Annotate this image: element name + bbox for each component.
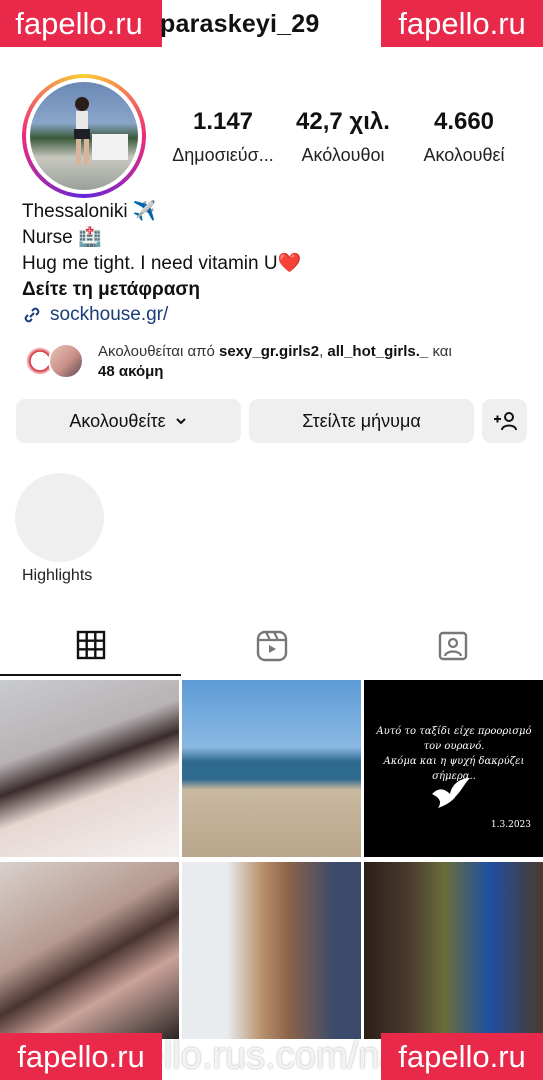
reels-icon (256, 630, 287, 662)
bio-website-link[interactable]: sockhouse.gr/ (22, 304, 168, 326)
bio-location: Thessaloniki ✈️ (22, 201, 157, 222)
followed-by-row[interactable]: Ακολουθείται από sexy_gr.girls2, all_hot… (22, 341, 532, 383)
post-thumbnail[interactable]: Αυτό το ταξίδι είχε προορισμό τον ουρανό… (364, 680, 543, 857)
watermark-bottom-right: fapello.ru (381, 1033, 543, 1080)
profile-username[interactable]: paraskeyi_29 (160, 10, 319, 39)
post-date-text: 1.3.2023 (490, 820, 531, 830)
stat-following-label: Ακολουθεί (423, 145, 505, 165)
tab-posts[interactable] (0, 616, 181, 676)
avatar-border (26, 78, 142, 194)
post-thumbnail[interactable] (364, 862, 543, 1039)
followed-by-prefix: Ακολουθείται από (98, 343, 219, 360)
tagged-icon (438, 631, 467, 661)
post-thumbnail[interactable] (0, 680, 179, 857)
bio-website-text: sockhouse.gr/ (50, 304, 169, 325)
following-button[interactable]: Ακολουθείτε (16, 399, 241, 443)
watermark-bottom-left: fapello.ru (0, 1033, 162, 1080)
stat-followers[interactable]: 42,7 χιλ. Ακόλουθοι (283, 108, 403, 166)
add-user-icon (493, 412, 517, 431)
avatar-figure (74, 97, 128, 165)
stat-posts-value: 1.147 (192, 108, 254, 135)
stat-posts[interactable]: 1.147 Δημοσιεύσ... (163, 108, 283, 166)
profile-header: fapello.ru paraskeyi_29 fapello.ru (0, 0, 543, 52)
post-thumbnail[interactable] (182, 680, 361, 857)
bio-tagline: Hug me tight. I need vitamin U❤️ (22, 253, 302, 274)
profile-avatar[interactable] (22, 74, 146, 198)
tab-tagged[interactable] (362, 616, 543, 676)
message-button-label: Στείλτε μήνυμα (302, 410, 421, 431)
chevron-down-icon (175, 418, 186, 425)
followed-by-and: και (428, 343, 452, 360)
message-button[interactable]: Στείλτε μήνυμα (249, 399, 474, 443)
suggested-users-button[interactable] (482, 399, 527, 443)
watermark-top-left: fapello.ru (0, 0, 162, 47)
watermark-top-right: fapello.ru (381, 0, 543, 47)
post-thumbnail[interactable] (182, 862, 361, 1039)
followed-by-more: 48 ακόμη (98, 363, 164, 380)
stat-followers-value: 42,7 χιλ. (296, 108, 390, 135)
followed-by-user: sexy_gr.girls2 (218, 343, 320, 360)
followed-by-user: all_hot_girls._ (327, 343, 429, 360)
post-quote-text: Αυτό το ταξίδι είχε προορισμό τον ουρανό… (376, 726, 532, 782)
see-translation-link[interactable]: Δείτε τη μετάφραση (22, 279, 200, 301)
profile-tabs (0, 616, 543, 678)
grid-icon (76, 630, 105, 660)
highlights-label: Highlights (22, 567, 93, 584)
tab-reels[interactable] (181, 616, 362, 676)
avatar-photo (30, 82, 138, 190)
follower-avatar (48, 343, 84, 379)
dove-icon (432, 778, 470, 808)
link-icon (24, 307, 40, 323)
stat-following-value: 4.660 (433, 108, 495, 135)
stat-followers-label: Ακόλουθοι (301, 145, 385, 165)
highlights-placeholder[interactable] (15, 473, 104, 562)
stat-following[interactable]: 4.660 Ακολουθεί (404, 108, 524, 166)
posts-grid: Αυτό το ταξίδι είχε προορισμό τον ουρανό… (0, 680, 543, 1080)
bio-occupation: Nurse 🏥 (22, 227, 102, 248)
followed-by-text: Ακολουθείται από sexy_gr.girls2, all_hot… (98, 342, 528, 382)
stat-posts-label: Δημοσιεύσ... (172, 145, 274, 165)
following-button-label: Ακολουθείτε (69, 410, 166, 431)
watermark-bottom: fapello.rus.com/name fapello.ru fapello.… (0, 1033, 543, 1080)
post-thumbnail[interactable] (0, 862, 179, 1039)
